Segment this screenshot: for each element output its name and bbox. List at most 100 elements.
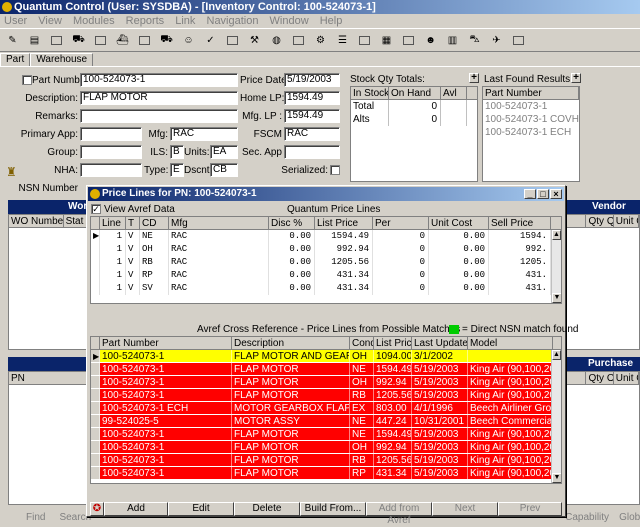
toolbar-parts-icon[interactable]: [47, 31, 66, 49]
toolbar-folder-icon[interactable]: [135, 31, 154, 49]
remarks-field[interactable]: [80, 109, 238, 123]
table-row[interactable]: ▶100-524073-1FLAP MOTOR AND GEARBOXOH109…: [91, 350, 561, 363]
price-col-t: T: [126, 217, 140, 229]
stock-add-icon[interactable]: +: [469, 73, 479, 83]
delete-button[interactable]: Delete: [234, 502, 300, 516]
table-row[interactable]: 100-524073-1 ECH MOTOR GEARBOX FLAP EX 803.…: [91, 402, 561, 415]
tab-part[interactable]: Part: [0, 53, 31, 66]
table-row[interactable]: 100-524073-1 FLAP MOTOR RB 1205.56 5/19/2003…: [91, 454, 561, 467]
toolbar-list-icon[interactable]: ☰: [333, 31, 352, 49]
dscnt-field[interactable]: CB: [210, 163, 238, 177]
group-field[interactable]: [80, 145, 142, 159]
add-button[interactable]: Add: [104, 502, 168, 516]
menu-view[interactable]: View: [34, 14, 66, 28]
toolbar-notebook-icon[interactable]: ▤: [25, 31, 44, 49]
menu-navigation[interactable]: Navigation: [203, 14, 263, 28]
stock-cell: [441, 113, 467, 126]
menu-reports[interactable]: Reports: [122, 14, 169, 28]
list-item[interactable]: 100-524073-1 COVH: [483, 113, 579, 126]
price-date-field[interactable]: 5/19/2003: [284, 73, 340, 87]
table-row[interactable]: 1 V RP RAC 0.00 431.34 0 0.00 431.: [91, 269, 561, 282]
toolbar-print-icon[interactable]: [509, 31, 528, 49]
next-button[interactable]: Next: [432, 502, 498, 516]
primary-app-field[interactable]: [80, 127, 142, 141]
ils-field[interactable]: B: [170, 145, 184, 159]
home-lp-field[interactable]: 1594.49: [284, 91, 340, 105]
toolbar-book-icon[interactable]: [399, 31, 418, 49]
tab-warehouse[interactable]: Warehouse: [30, 53, 94, 66]
table-row[interactable]: 1 V SV RAC 0.00 431.34 0 0.00 431.: [91, 282, 561, 295]
table-row[interactable]: 1 V OH RAC 0.00 992.94 0 0.00 992.: [91, 243, 561, 256]
table-row[interactable]: Alts 0: [351, 113, 477, 126]
price-cell: SV: [140, 282, 169, 295]
mfg-field[interactable]: RAC: [170, 127, 238, 141]
avref-cell: King Air (90,100,200,30: [468, 428, 553, 440]
global-button[interactable]: Global: [619, 512, 640, 523]
last-found-add-icon[interactable]: +: [571, 73, 581, 83]
table-row[interactable]: 100-524073-1 FLAP MOTOR OH 992.94 5/19/2003 K…: [91, 376, 561, 389]
part-number-field[interactable]: 100-524073-1: [80, 73, 238, 87]
mfg-lp-field[interactable]: 1594.49: [284, 109, 340, 123]
part-number-checkbox[interactable]: [22, 75, 32, 85]
fscm-field[interactable]: RAC: [284, 127, 340, 141]
edit-button[interactable]: Edit: [168, 502, 234, 516]
toolbar-tool-icon[interactable]: ✎: [3, 31, 22, 49]
capability-button[interactable]: Capability: [565, 512, 609, 523]
toolbar-person-icon[interactable]: ☻: [421, 31, 440, 49]
scroll-down-icon[interactable]: ▼: [552, 473, 561, 483]
table-row[interactable]: 100-524073-1 FLAP MOTOR RB 1205.56 5/19/2003…: [91, 389, 561, 402]
toolbar-plane-icon[interactable]: ✈: [487, 31, 506, 49]
toolbar-truck2-icon[interactable]: ⛟: [157, 31, 176, 49]
toolbar-doc-icon[interactable]: [223, 31, 242, 49]
toolbar-chart-icon[interactable]: ▦: [377, 31, 396, 49]
nha-field[interactable]: [80, 163, 142, 177]
avref-scrollbar[interactable]: ▲ ▼: [551, 350, 561, 483]
scroll-up-icon[interactable]: ▲: [552, 350, 561, 360]
table-row[interactable]: 100-524073-1 FLAP MOTOR RP 431.34 5/19/2003 K…: [91, 467, 561, 480]
menu-window[interactable]: Window: [266, 14, 313, 28]
description-field[interactable]: FLAP MOTOR: [80, 91, 238, 105]
table-row[interactable]: Total 0: [351, 100, 477, 113]
table-row[interactable]: 1 V RB RAC 0.00 1205.56 0 0.00 1205.: [91, 256, 561, 269]
table-row[interactable]: 99-524025-5 MOTOR ASSY NE 447.24 10/31/2001 B…: [91, 415, 561, 428]
toolbar-check-icon[interactable]: ✓: [201, 31, 220, 49]
price-scrollbar[interactable]: ▲ ▼: [551, 230, 561, 303]
toolbar-globe-icon[interactable]: ◍: [267, 31, 286, 49]
toolbar-stamp-icon[interactable]: [355, 31, 374, 49]
scroll-up-icon[interactable]: ▲: [552, 230, 561, 240]
minimize-icon[interactable]: _: [524, 189, 536, 199]
avref-cell: 100-524073-1: [100, 428, 232, 440]
toolbar-car-icon[interactable]: ⛍: [465, 31, 484, 49]
toolbar-box-icon[interactable]: [91, 31, 110, 49]
price-cell: 0.00: [429, 256, 489, 269]
list-item[interactable]: 100-524073-1: [483, 100, 579, 113]
units-field[interactable]: EA: [210, 145, 238, 159]
toolbar-calendar-icon[interactable]: ▥: [443, 31, 462, 49]
toolbar-user-icon[interactable]: ☺: [179, 31, 198, 49]
prev-button[interactable]: Prev: [498, 502, 562, 516]
menu-link[interactable]: Link: [171, 14, 199, 28]
sec-app-field[interactable]: [284, 145, 340, 159]
maximize-icon[interactable]: □: [537, 189, 549, 199]
menu-user[interactable]: User: [0, 14, 31, 28]
list-item[interactable]: 100-524073-1 ECH: [483, 126, 579, 139]
serialized-checkbox[interactable]: [330, 165, 340, 175]
type-field[interactable]: E: [170, 163, 184, 177]
menu-help[interactable]: Help: [316, 14, 347, 28]
view-avref-checkbox[interactable]: ✓: [91, 204, 101, 214]
scroll-down-icon[interactable]: ▼: [552, 293, 561, 303]
toolbar-truck-icon[interactable]: ⛟: [69, 31, 88, 49]
table-row[interactable]: 100-524073-1 FLAP MOTOR OH 992.94 5/19/2003 K…: [91, 441, 561, 454]
table-row[interactable]: 100-524073-1 FLAP MOTOR NE 1594.49 5/19/2003…: [91, 363, 561, 376]
table-row[interactable]: ▶ 1 V NE RAC 0.00 1594.49 0 0.00 1594.: [91, 230, 561, 243]
close-icon[interactable]: ×: [550, 189, 562, 199]
toolbar-gear-icon[interactable]: ⚙: [311, 31, 330, 49]
find-button[interactable]: Find: [26, 512, 45, 523]
toolbar-card-icon[interactable]: [289, 31, 308, 49]
toolbar-ship-icon[interactable]: ⛴: [113, 31, 132, 49]
menu-modules[interactable]: Modules: [69, 14, 119, 28]
build-from-button[interactable]: Build From...: [300, 502, 366, 516]
toolbar-tools-icon[interactable]: ⚒: [245, 31, 264, 49]
add-from-avref-button[interactable]: Add from Avref: [366, 502, 432, 526]
table-row[interactable]: 100-524073-1 FLAP MOTOR NE 1594.49 5/19/2003…: [91, 428, 561, 441]
